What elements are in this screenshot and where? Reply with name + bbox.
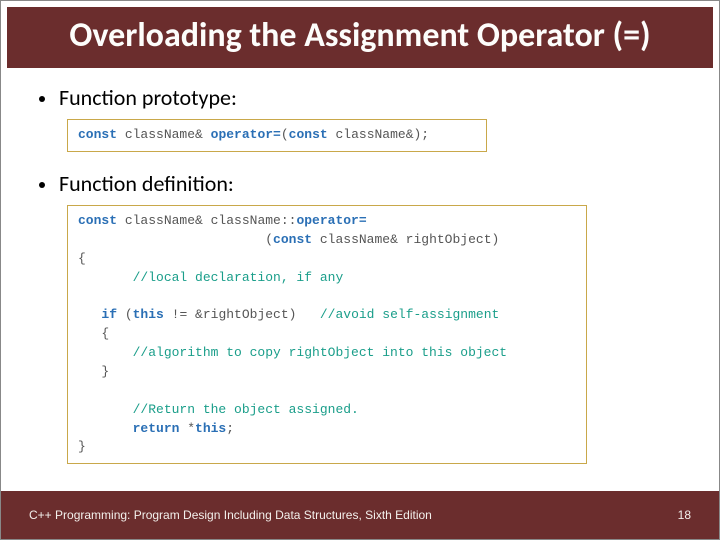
page-number: 18 bbox=[678, 508, 691, 522]
kw-this: this bbox=[133, 307, 164, 322]
kw-this: this bbox=[195, 421, 226, 436]
title-bar: Overloading the Assignment Operator (=) bbox=[7, 7, 713, 68]
code-comment: //algorithm to copy rightObject into thi… bbox=[133, 345, 507, 360]
code-text: ( bbox=[281, 127, 289, 142]
code-text: ( bbox=[117, 307, 133, 322]
bullet-definition: Function definition: bbox=[39, 170, 689, 197]
code-text: className&); bbox=[328, 127, 429, 142]
code-prototype: const className& operator=(const classNa… bbox=[67, 119, 487, 152]
code-text: { bbox=[78, 251, 86, 266]
code-text: className& className:: bbox=[117, 213, 296, 228]
kw-if: if bbox=[101, 307, 117, 322]
code-text: } bbox=[78, 439, 86, 454]
code-comment: //Return the object assigned. bbox=[133, 402, 359, 417]
code-text: * bbox=[179, 421, 195, 436]
kw-const: const bbox=[289, 127, 328, 142]
code-comment: //local declaration, if any bbox=[133, 270, 344, 285]
code-pad bbox=[78, 402, 133, 417]
code-text: className& bbox=[117, 127, 211, 142]
code-comment: //avoid self-assignment bbox=[320, 307, 499, 322]
code-text: className& rightObject) bbox=[312, 232, 499, 247]
slide-content: Function prototype: const className& ope… bbox=[1, 68, 719, 476]
bullet-prototype-text: Function prototype: bbox=[59, 84, 237, 111]
footer-source: C++ Programming: Program Design Includin… bbox=[29, 508, 432, 522]
kw-return: return bbox=[133, 421, 180, 436]
kw-const: const bbox=[78, 127, 117, 142]
code-pad bbox=[78, 307, 101, 322]
code-pad bbox=[78, 270, 133, 285]
op-assign: operator= bbox=[211, 127, 281, 142]
kw-const: const bbox=[273, 232, 312, 247]
bullet-definition-text: Function definition: bbox=[59, 170, 234, 197]
bullet-prototype: Function prototype: bbox=[39, 84, 689, 111]
bullet-dot-icon bbox=[39, 182, 45, 188]
op-assign: operator= bbox=[296, 213, 366, 228]
code-text: { bbox=[78, 326, 109, 341]
code-pad bbox=[78, 345, 133, 360]
code-text: } bbox=[78, 364, 109, 379]
kw-const: const bbox=[78, 213, 117, 228]
slide: Overloading the Assignment Operator (=) … bbox=[0, 0, 720, 540]
bullet-dot-icon bbox=[39, 96, 45, 102]
slide-title: Overloading the Assignment Operator (=) bbox=[19, 17, 701, 54]
code-definition: const className& className::operator= (c… bbox=[67, 205, 587, 464]
code-text: ( bbox=[78, 232, 273, 247]
code-text: ; bbox=[226, 421, 234, 436]
code-text: != &rightObject) bbox=[164, 307, 320, 322]
code-pad bbox=[78, 421, 133, 436]
footer-bar: C++ Programming: Program Design Includin… bbox=[1, 491, 719, 539]
